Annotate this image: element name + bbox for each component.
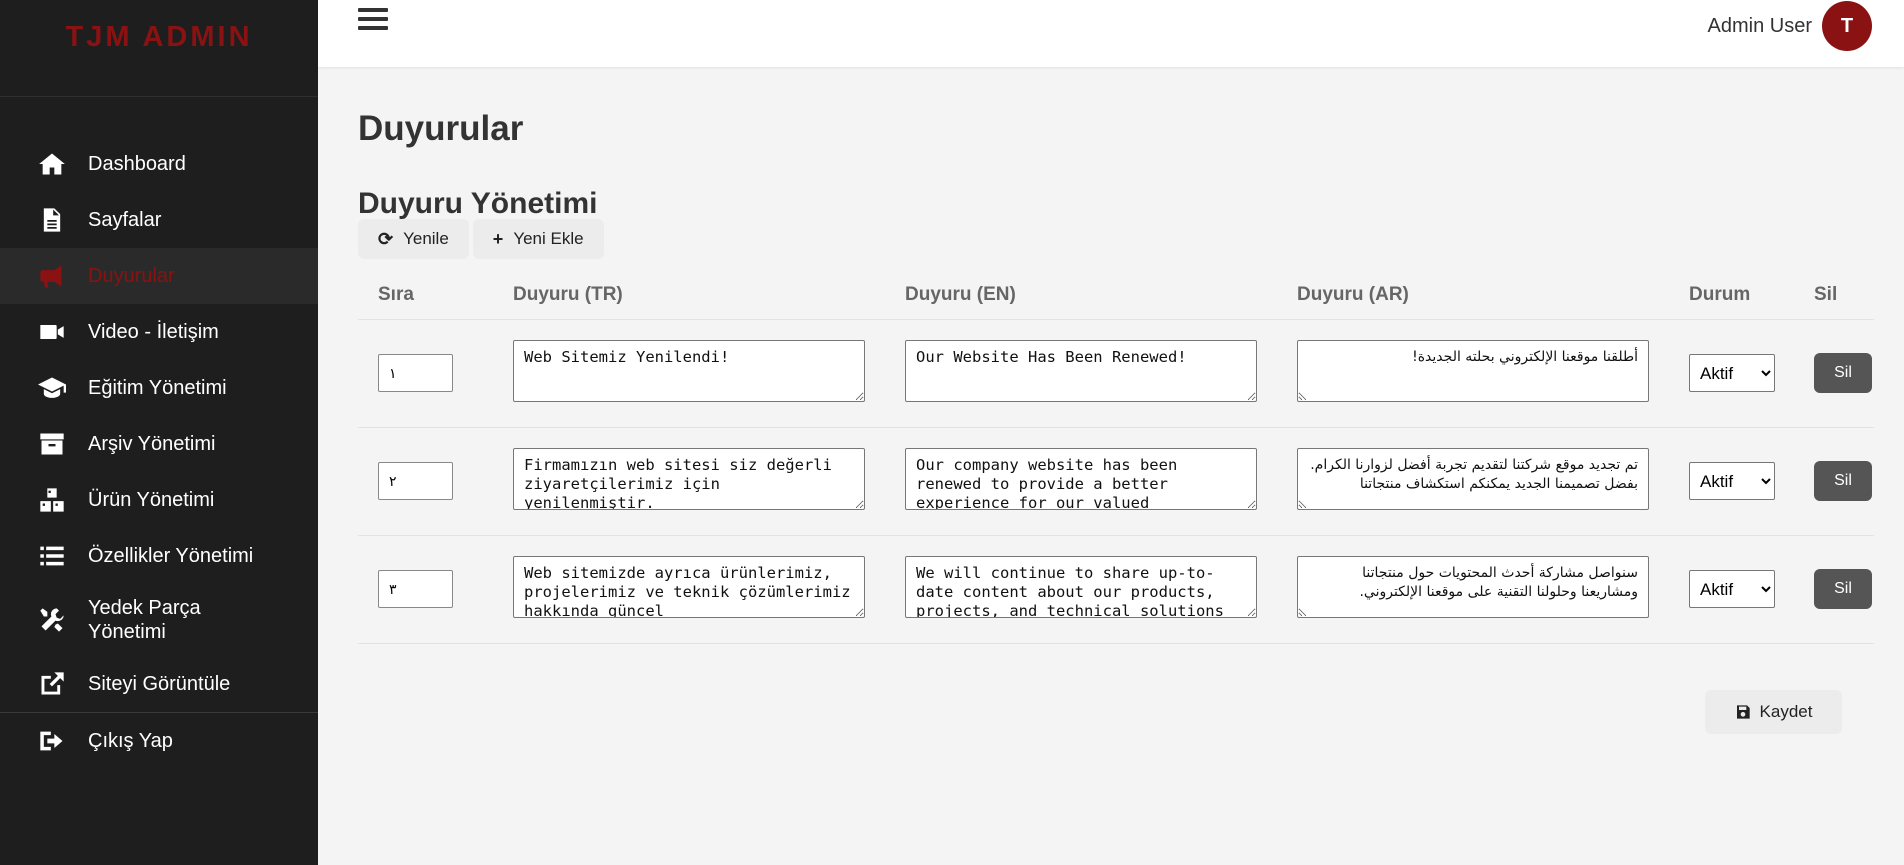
sidebar-item-label: Eğitim Yönetimi: [88, 376, 227, 399]
order-input[interactable]: [378, 354, 453, 392]
user-name: Admin User: [1707, 14, 1812, 37]
sidebar-item-siteyi-goruntule[interactable]: Siteyi Görüntüle: [0, 656, 318, 712]
sidebar-item-dashboard[interactable]: Dashboard: [0, 136, 318, 192]
announcements-table: Sıra Duyuru (TR) Duyuru (EN) Duyuru (AR)…: [358, 271, 1874, 644]
header-duyuru-en: Duyuru (EN): [885, 271, 1277, 320]
brand-title: TJM ADMIN: [65, 20, 253, 53]
table-row: Web Sitemiz Yenilendi! Our Website Has B…: [358, 319, 1874, 428]
announcement-tr-textarea[interactable]: Web Sitemiz Yenilendi!: [513, 339, 865, 402]
sidebar-item-ozellikler[interactable]: Özellikler Yönetimi: [0, 528, 318, 584]
sidebar-nav: Dashboard Sayfalar Duyurular Video - İle…: [0, 136, 318, 769]
announcement-ar-textarea[interactable]: سنواصل مشاركة أحدث المحتويات حول منتجاتن…: [1297, 555, 1649, 618]
sidebar-item-urun[interactable]: Ürün Yönetimi: [0, 472, 318, 528]
add-new-label: Yeni Ekle: [513, 229, 584, 248]
add-new-button[interactable]: + Yeni Ekle: [472, 219, 604, 259]
announcement-en-textarea[interactable]: Our Website Has Been Renewed!: [905, 339, 1257, 402]
save-area: Kaydet: [1705, 690, 1842, 734]
sidebar-item-video-iletisim[interactable]: Video - İletişim: [0, 304, 318, 360]
user-menu[interactable]: Admin User T: [1708, 1, 1872, 51]
sidebar-item-yedek-parca[interactable]: Yedek Parça Yönetimi: [0, 584, 318, 656]
home-icon: [36, 150, 67, 178]
header-duyuru-ar: Duyuru (AR): [1277, 271, 1669, 320]
page-title: Duyurular: [358, 109, 524, 148]
announcement-tr-textarea[interactable]: Firmamızın web sitesi siz değerli ziyare…: [513, 447, 865, 510]
header-durum: Durum: [1669, 271, 1794, 320]
cubes-icon: [36, 486, 67, 514]
order-input[interactable]: [378, 570, 453, 608]
table-row: Firmamızın web sitesi siz değerli ziyare…: [358, 427, 1874, 536]
header-sira: Sıra: [358, 271, 493, 320]
megaphone-icon: [36, 262, 67, 290]
announcement-ar-textarea[interactable]: أطلقنا موقعنا الإلكتروني بحلته الجديدة!: [1297, 339, 1649, 402]
avatar[interactable]: T: [1822, 1, 1872, 51]
delete-button[interactable]: Sil: [1814, 353, 1872, 393]
table-header-row: Sıra Duyuru (TR) Duyuru (EN) Duyuru (AR)…: [358, 271, 1874, 320]
plus-icon: +: [492, 228, 504, 249]
sidebar-item-egitim[interactable]: Eğitim Yönetimi: [0, 360, 318, 416]
announcement-ar-textarea[interactable]: تم تجديد موقع شركتنا لتقديم تجربة أفضل ل…: [1297, 447, 1649, 510]
sidebar-item-label: Yedek Parça Yönetimi: [88, 597, 201, 643]
delete-button[interactable]: Sil: [1814, 569, 1872, 609]
save-button[interactable]: Kaydet: [1705, 690, 1842, 734]
sidebar-item-label: Siteyi Görüntüle: [88, 672, 231, 695]
header-duyuru-tr: Duyuru (TR): [493, 271, 885, 320]
sidebar-item-label: Video - İletişim: [88, 320, 219, 343]
sidebar-item-duyurular[interactable]: Duyurular: [0, 248, 318, 304]
archive-icon: [36, 430, 67, 458]
graduation-cap-icon: [36, 374, 67, 402]
announcement-tr-textarea[interactable]: Web sitemizde ayrıca ürünlerimiz, projel…: [513, 555, 865, 618]
sidebar-item-label: Özellikler Yönetimi: [88, 544, 254, 567]
sidebar-item-label: Çıkış Yap: [88, 729, 173, 752]
brand-logo: TJM ADMIN: [0, 0, 318, 97]
sidebar-item-label: Ürün Yönetimi: [88, 488, 215, 511]
sidebar-item-label: Duyurular: [88, 264, 175, 287]
main-content: Duyurular Duyuru Yönetimi ⟳ Yenile + Yen…: [358, 67, 1874, 734]
list-icon: [36, 542, 67, 570]
sidebar-item-label: Sayfalar: [88, 208, 162, 231]
table-row: Web sitemizde ayrıca ürünlerimiz, projel…: [358, 535, 1874, 644]
video-icon: [36, 318, 67, 346]
status-select[interactable]: Aktif: [1689, 462, 1775, 500]
sign-out-icon: [36, 727, 67, 755]
refresh-label: Yenile: [403, 229, 449, 248]
external-link-icon: [36, 670, 67, 698]
top-header: Admin User T: [318, 0, 1904, 67]
status-select[interactable]: Aktif: [1689, 570, 1775, 608]
sidebar-item-cikis[interactable]: Çıkış Yap: [0, 713, 318, 769]
toolbar: ⟳ Yenile + Yeni Ekle: [358, 219, 1874, 259]
hamburger-menu-icon[interactable]: [358, 8, 388, 36]
announcement-en-textarea[interactable]: We will continue to share up-to-date con…: [905, 555, 1257, 618]
sidebar: TJM ADMIN Dashboard Sayfalar Duyurular V…: [0, 0, 318, 865]
order-input[interactable]: [378, 462, 453, 500]
refresh-button[interactable]: ⟳ Yenile: [358, 219, 469, 259]
status-select[interactable]: Aktif: [1689, 354, 1775, 392]
sidebar-item-sayfalar[interactable]: Sayfalar: [0, 192, 318, 248]
header-sil: Sil: [1794, 271, 1874, 320]
delete-button[interactable]: Sil: [1814, 461, 1872, 501]
save-label: Kaydet: [1759, 702, 1813, 721]
sidebar-item-label: Dashboard: [88, 152, 186, 175]
section-title: Duyuru Yönetimi: [358, 187, 598, 220]
tools-icon: [36, 606, 67, 634]
floppy-disk-icon: [1736, 705, 1750, 719]
sidebar-item-arsiv[interactable]: Arşiv Yönetimi: [0, 416, 318, 472]
file-icon: [36, 206, 67, 234]
announcement-en-textarea[interactable]: Our company website has been renewed to …: [905, 447, 1257, 510]
refresh-icon: ⟳: [378, 228, 394, 249]
sidebar-item-label: Arşiv Yönetimi: [88, 432, 216, 455]
